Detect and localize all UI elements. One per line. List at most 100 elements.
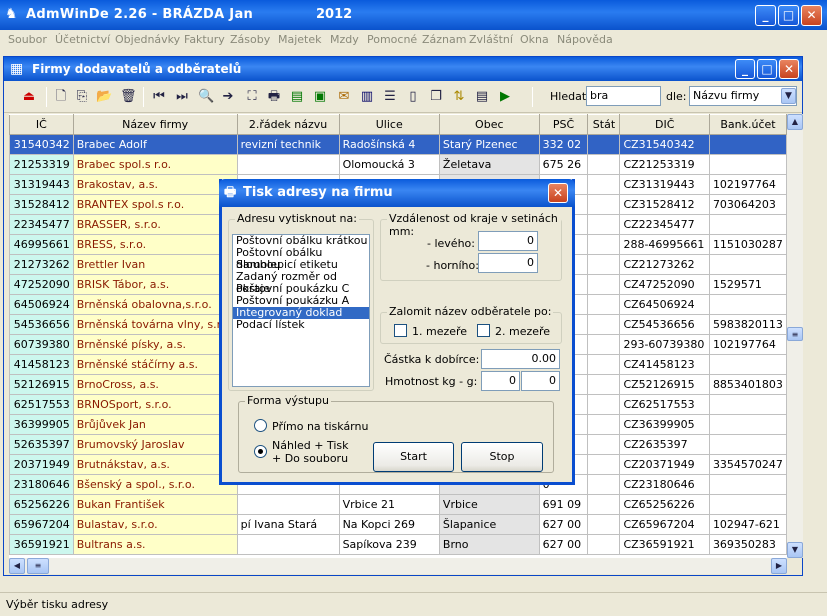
- find-icon[interactable]: 🔍: [198, 89, 214, 105]
- cell-bank-account[interactable]: [708, 214, 787, 235]
- cell-dic[interactable]: CZ54536656: [619, 314, 710, 335]
- cell-state[interactable]: [587, 334, 621, 355]
- weight-g-input[interactable]: 0: [521, 371, 560, 391]
- cell-dic[interactable]: CZ65256226: [619, 494, 710, 515]
- table-row[interactable]: 65967204 Bulastav, s.r.o. pí Ivana Stará Na…: [9, 514, 787, 535]
- cell-dic[interactable]: CZ21273262: [619, 254, 710, 275]
- cell-ic[interactable]: 47252090: [9, 274, 74, 295]
- cell-bank-account[interactable]: 5983820113: [708, 314, 787, 335]
- cell-bank-account[interactable]: 8853401803: [708, 374, 787, 395]
- scroll-left-icon[interactable]: ◀: [9, 558, 25, 574]
- start-button[interactable]: Start: [373, 442, 454, 472]
- cell-state[interactable]: [587, 394, 621, 415]
- cell-bank-account[interactable]: 369350283: [708, 534, 787, 555]
- new-icon[interactable]: 🗋: [53, 89, 69, 105]
- chart-icon[interactable]: ▥: [359, 89, 375, 105]
- cell-name[interactable]: BRASSER, s.r.o.: [72, 214, 238, 235]
- cell-name[interactable]: Brumovský Jaroslav: [72, 434, 238, 455]
- cell-ic[interactable]: 31540342: [9, 134, 74, 155]
- cell-bank-account[interactable]: [708, 394, 787, 415]
- column-header-bank-account[interactable]: Bank.účet: [708, 114, 787, 135]
- cell-ic[interactable]: 46995661: [9, 234, 74, 255]
- scroll-up-icon[interactable]: ▲: [787, 114, 803, 130]
- cell-bank-account[interactable]: 3354570247: [708, 454, 787, 475]
- menu-zasoby[interactable]: Zásoby: [230, 33, 270, 46]
- column-header-street[interactable]: Ulice: [338, 114, 440, 135]
- search-input[interactable]: bra: [586, 86, 661, 106]
- cell-city[interactable]: Želetava: [438, 154, 540, 175]
- cell-state[interactable]: [587, 354, 621, 375]
- cell-state[interactable]: [587, 214, 621, 235]
- cell-state[interactable]: [587, 274, 621, 295]
- cell-state[interactable]: [587, 234, 621, 255]
- cell-ic[interactable]: 23180646: [9, 474, 74, 495]
- cell-name[interactable]: Brabec Adolf: [72, 134, 238, 155]
- cell-ic[interactable]: 65967204: [9, 514, 74, 535]
- address-target-list[interactable]: Poštovní obálku krátkou Poštovní obálku …: [232, 234, 370, 387]
- cell-bank-account[interactable]: [708, 494, 787, 515]
- open-icon[interactable]: 📂: [96, 89, 112, 105]
- cell-name[interactable]: Brettler Ivan: [72, 254, 238, 275]
- cell-dic[interactable]: CZ2635397: [619, 434, 710, 455]
- dialog-close-icon[interactable]: ✕: [548, 183, 568, 203]
- vertical-scrollbar[interactable]: ▲ ≡ ▼: [787, 114, 803, 558]
- weight-kg-input[interactable]: 0: [481, 371, 520, 391]
- cell-dic[interactable]: CZ31528412: [619, 194, 710, 215]
- cell-name[interactable]: Brakostav, a.s.: [72, 174, 238, 195]
- cell-bank-account[interactable]: [708, 354, 787, 375]
- cell-ic[interactable]: 22345477: [9, 214, 74, 235]
- cell-bank-account[interactable]: [708, 474, 787, 495]
- output-direct-radio[interactable]: [254, 419, 267, 432]
- cell-dic[interactable]: CZ22345477: [619, 214, 710, 235]
- cell-ic[interactable]: 31319443: [9, 174, 74, 195]
- cell-name[interactable]: Bukan František: [72, 494, 238, 515]
- select-area-icon[interactable]: ⛶: [244, 89, 260, 105]
- cell-dic[interactable]: CZ31319443: [619, 174, 710, 195]
- cell-second-line[interactable]: revizní technik: [236, 134, 340, 155]
- cell-psc[interactable]: 332 02: [538, 134, 589, 155]
- cod-amount-input[interactable]: 0.00: [481, 349, 560, 369]
- cell-name[interactable]: BRANTEX spol.s r.o.: [72, 194, 238, 215]
- cell-bank-account[interactable]: 703064203: [708, 194, 787, 215]
- envelope-icon[interactable]: ✉: [336, 89, 352, 105]
- cell-bank-account[interactable]: [708, 414, 787, 435]
- cell-street[interactable]: Sapíkova 239: [338, 534, 440, 555]
- cell-second-line[interactable]: [236, 154, 340, 175]
- cell-bank-account[interactable]: 1529571: [708, 274, 787, 295]
- cell-state[interactable]: [587, 174, 621, 195]
- go-icon[interactable]: ➔: [220, 89, 236, 105]
- column-header-state[interactable]: Stát: [587, 114, 621, 135]
- cell-state[interactable]: [587, 434, 621, 455]
- menu-faktury[interactable]: Faktury: [184, 33, 225, 46]
- cell-state[interactable]: [587, 254, 621, 275]
- cell-state[interactable]: [587, 314, 621, 335]
- cell-name[interactable]: Brněnské stáčírny a.s.: [72, 354, 238, 375]
- chevron-down-icon[interactable]: ▼: [781, 88, 796, 104]
- maximize-icon[interactable]: □: [778, 5, 799, 26]
- cell-second-line[interactable]: [236, 494, 340, 515]
- cell-dic[interactable]: CZ36591921: [619, 534, 710, 555]
- cell-name[interactable]: Brněnská továrna vlny, s.r.o.: [72, 314, 238, 335]
- cell-name[interactable]: Brněnská obalovna,s.r.o.: [72, 294, 238, 315]
- cell-dic[interactable]: 288-46995661: [619, 234, 710, 255]
- cell-ic[interactable]: 21253319: [9, 154, 74, 175]
- export-icon[interactable]: ▣: [312, 89, 328, 105]
- cell-street[interactable]: Na Kopci 269: [338, 514, 440, 535]
- horizontal-scrollbar[interactable]: ◀ ≡ ▶: [9, 558, 787, 574]
- search-by-select[interactable]: Názvu firmy ▼: [689, 86, 797, 106]
- minimize-icon[interactable]: _: [755, 5, 776, 26]
- column-header-psc[interactable]: PSČ: [538, 114, 589, 135]
- cell-dic[interactable]: CZ31540342: [619, 134, 710, 155]
- h-scroll-thumb[interactable]: ≡: [27, 558, 49, 574]
- cell-dic[interactable]: CZ62517553: [619, 394, 710, 415]
- table-row[interactable]: 31540342 Brabec Adolf revizní technik Radoš…: [9, 134, 787, 155]
- cell-ic[interactable]: 52126915: [9, 374, 74, 395]
- cell-dic[interactable]: CZ64506924: [619, 294, 710, 315]
- cell-street[interactable]: Vrbice 21: [338, 494, 440, 515]
- run-icon[interactable]: ▶: [497, 89, 513, 105]
- left-distance-input[interactable]: 0: [478, 231, 538, 251]
- cell-city[interactable]: Vrbice: [438, 494, 540, 515]
- cell-dic[interactable]: CZ65967204: [619, 514, 710, 535]
- output-preview-radio[interactable]: [254, 445, 267, 458]
- cell-ic[interactable]: 54536656: [9, 314, 74, 335]
